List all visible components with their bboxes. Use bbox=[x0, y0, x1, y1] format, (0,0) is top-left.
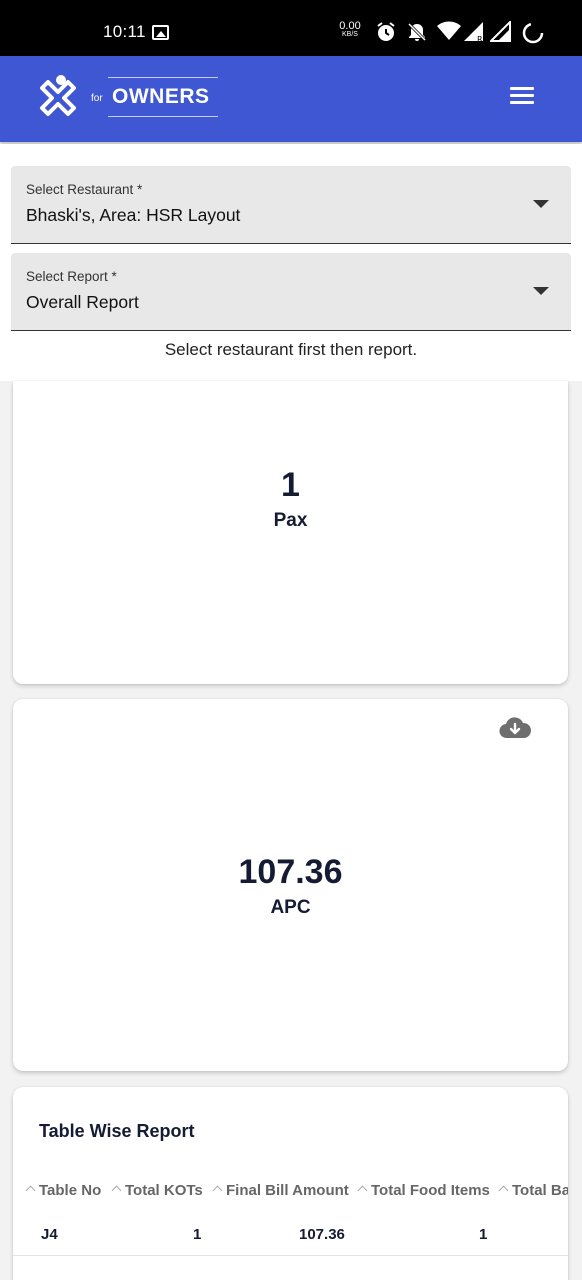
pax-label: Pax bbox=[273, 510, 308, 531]
brand-logo-icon bbox=[40, 75, 76, 116]
restaurant-select-value: Bhaski's, Area: HSR Layout bbox=[26, 205, 241, 225]
table-row[interactable]: J4 1 107.36 1 bbox=[13, 1215, 568, 1256]
column-header-total-ba[interactable]: Total Ba bbox=[498, 1182, 568, 1199]
cell-table-no: J4 bbox=[41, 1226, 58, 1243]
status-bar: 10:11 0.00 KB/S R bbox=[0, 0, 582, 56]
cell-final-bill-amount: 107.36 bbox=[299, 1226, 345, 1243]
app-bar: for OWNERS bbox=[0, 56, 582, 142]
dropdown-arrow-icon bbox=[533, 200, 549, 208]
report-select-value: Overall Report bbox=[26, 292, 139, 312]
signal-icon bbox=[490, 21, 511, 42]
filter-hint: Select restaurant first then report. bbox=[164, 340, 418, 359]
apc-value: 107.36 bbox=[238, 853, 343, 891]
column-header-table-no[interactable]: Table No bbox=[25, 1182, 101, 1199]
gallery-notification-icon bbox=[152, 25, 169, 40]
column-header-total-kots[interactable]: Total KOTs bbox=[111, 1182, 203, 1199]
cloud-download-icon[interactable] bbox=[499, 716, 531, 740]
restaurant-select-label: Select Restaurant * bbox=[26, 182, 143, 197]
signal-roaming-icon: R bbox=[464, 22, 483, 43]
network-speed-unit: KB/S bbox=[342, 31, 358, 38]
pax-card: 1 Pax bbox=[13, 381, 568, 684]
network-speed: 0.00 KB/S bbox=[336, 21, 364, 39]
battery-icon bbox=[522, 22, 544, 44]
report-select-label: Select Report * bbox=[26, 269, 117, 284]
wifi-icon bbox=[437, 21, 461, 40]
filter-panel: Select Restaurant * Bhaski's, Area: HSR … bbox=[0, 144, 582, 381]
alarm-icon bbox=[377, 22, 395, 41]
cell-total-kots: 1 bbox=[193, 1226, 202, 1243]
sort-arrow-icon bbox=[357, 1185, 368, 1196]
report-select[interactable]: Select Report * Overall Report bbox=[11, 253, 571, 331]
cell-total-food-items: 1 bbox=[479, 1226, 488, 1243]
dropdown-arrow-icon bbox=[533, 287, 549, 295]
status-time: 10:11 bbox=[103, 22, 146, 41]
logo-for-text: for bbox=[91, 93, 103, 104]
sort-arrow-icon bbox=[111, 1185, 122, 1196]
restaurant-select[interactable]: Select Restaurant * Bhaski's, Area: HSR … bbox=[11, 166, 571, 244]
table-report-title: Table Wise Report bbox=[39, 1121, 195, 1141]
logo-owners-text: OWNERS bbox=[112, 85, 210, 108]
sort-arrow-icon bbox=[212, 1185, 223, 1196]
sort-arrow-icon bbox=[498, 1185, 509, 1196]
sort-arrow-icon bbox=[25, 1185, 36, 1196]
apc-card: 107.36 APC bbox=[13, 699, 568, 1071]
column-header-total-food-items[interactable]: Total Food Items bbox=[357, 1182, 490, 1199]
pax-value: 1 bbox=[281, 466, 300, 504]
svg-text:R: R bbox=[477, 35, 483, 43]
notifications-off-icon bbox=[407, 22, 427, 42]
apc-label: APC bbox=[270, 897, 311, 918]
table-report-card: Table Wise Report Table No Total KOTs Fi… bbox=[13, 1087, 568, 1280]
hamburger-menu-icon[interactable] bbox=[507, 83, 537, 113]
column-header-final-bill-amount[interactable]: Final Bill Amount bbox=[212, 1182, 349, 1199]
